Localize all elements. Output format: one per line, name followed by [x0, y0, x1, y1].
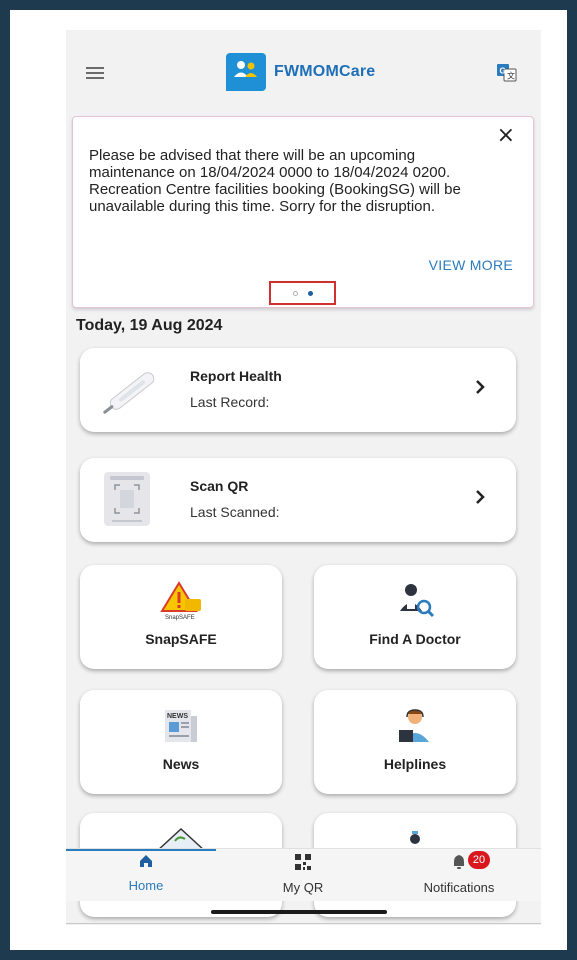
translate-icon[interactable]: G 文	[496, 63, 518, 83]
news-tile[interactable]: NEWS News	[80, 690, 282, 794]
svg-text:G: G	[500, 67, 506, 76]
nav-notifications-label: Notifications	[423, 880, 495, 895]
hamburger-icon[interactable]	[86, 64, 110, 82]
find-doctor-icon	[395, 581, 435, 626]
carousel-dot-1[interactable]	[292, 290, 298, 296]
helplines-tile[interactable]: Helplines	[314, 690, 516, 794]
divider	[66, 923, 541, 924]
logo-people-icon	[226, 53, 266, 91]
notification-count-badge: 20	[468, 851, 490, 869]
qr-scan-icon	[104, 472, 150, 526]
bell-icon	[454, 855, 464, 869]
nav-my-qr-label: My QR	[282, 880, 324, 895]
qr-code-icon	[295, 854, 311, 870]
bottom-navigation: Home My QR 20 Notifications	[66, 848, 541, 901]
news-label: News	[162, 756, 200, 772]
report-health-card[interactable]: Report Health Last Record:	[80, 348, 516, 432]
svg-text:文: 文	[507, 71, 515, 81]
chevron-right-icon	[476, 490, 485, 504]
find-doctor-tile[interactable]: Find A Doctor	[314, 565, 516, 669]
snapsafe-warning-icon: SnapSAFE	[159, 581, 203, 626]
phone-screen: FWMOMCare G 文 × Please be advised that t…	[56, 30, 551, 950]
scan-qr-card[interactable]: Scan QR Last Scanned:	[80, 458, 516, 542]
report-health-last-record: Last Record:	[190, 394, 270, 410]
home-icon	[140, 855, 152, 867]
date-heading: Today, 19 Aug 2024	[76, 317, 223, 334]
scan-qr-title: Scan QR	[190, 478, 249, 494]
app-logo: FWMOMCare	[226, 50, 375, 94]
device-frame: FWMOMCare G 文 × Please be advised that t…	[0, 0, 577, 960]
nav-my-qr[interactable]: My QR	[228, 853, 378, 895]
news-icon-caption: NEWS	[167, 713, 188, 720]
chevron-right-icon	[476, 380, 485, 394]
find-doctor-label: Find A Doctor	[369, 631, 461, 647]
announcement-text: Please be advised that there will be an …	[89, 147, 461, 215]
snapsafe-icon-caption: SnapSAFE	[165, 615, 195, 621]
carousel-dot-2[interactable]	[307, 290, 313, 296]
snapsafe-label: SnapSAFE	[145, 631, 217, 647]
app-title: FWMOMCare	[274, 63, 376, 80]
news-icon: NEWS	[161, 706, 201, 751]
nav-home[interactable]: Home	[71, 853, 221, 893]
thermometer-icon	[94, 360, 170, 427]
home-indicator-bar[interactable]	[211, 910, 387, 914]
carousel-pagination[interactable]	[269, 281, 336, 305]
report-health-title: Report Health	[190, 368, 282, 384]
app-screen: FWMOMCare G 文 × Please be advised that t…	[66, 30, 541, 925]
helpline-agent-icon	[395, 706, 435, 751]
scan-qr-last-scanned: Last Scanned:	[190, 504, 280, 520]
view-more-link[interactable]: VIEW MORE	[429, 257, 513, 273]
close-icon[interactable]: ×	[497, 123, 515, 148]
announcement-card: × Please be advised that there will be a…	[72, 116, 534, 308]
nav-home-label: Home	[128, 878, 164, 893]
nav-notifications[interactable]: 20 Notifications	[384, 851, 534, 895]
app-header: FWMOMCare G 文	[66, 30, 541, 115]
active-tab-indicator	[66, 849, 216, 851]
helplines-label: Helplines	[383, 756, 447, 772]
snapsafe-tile[interactable]: SnapSAFE SnapSAFE	[80, 565, 282, 669]
